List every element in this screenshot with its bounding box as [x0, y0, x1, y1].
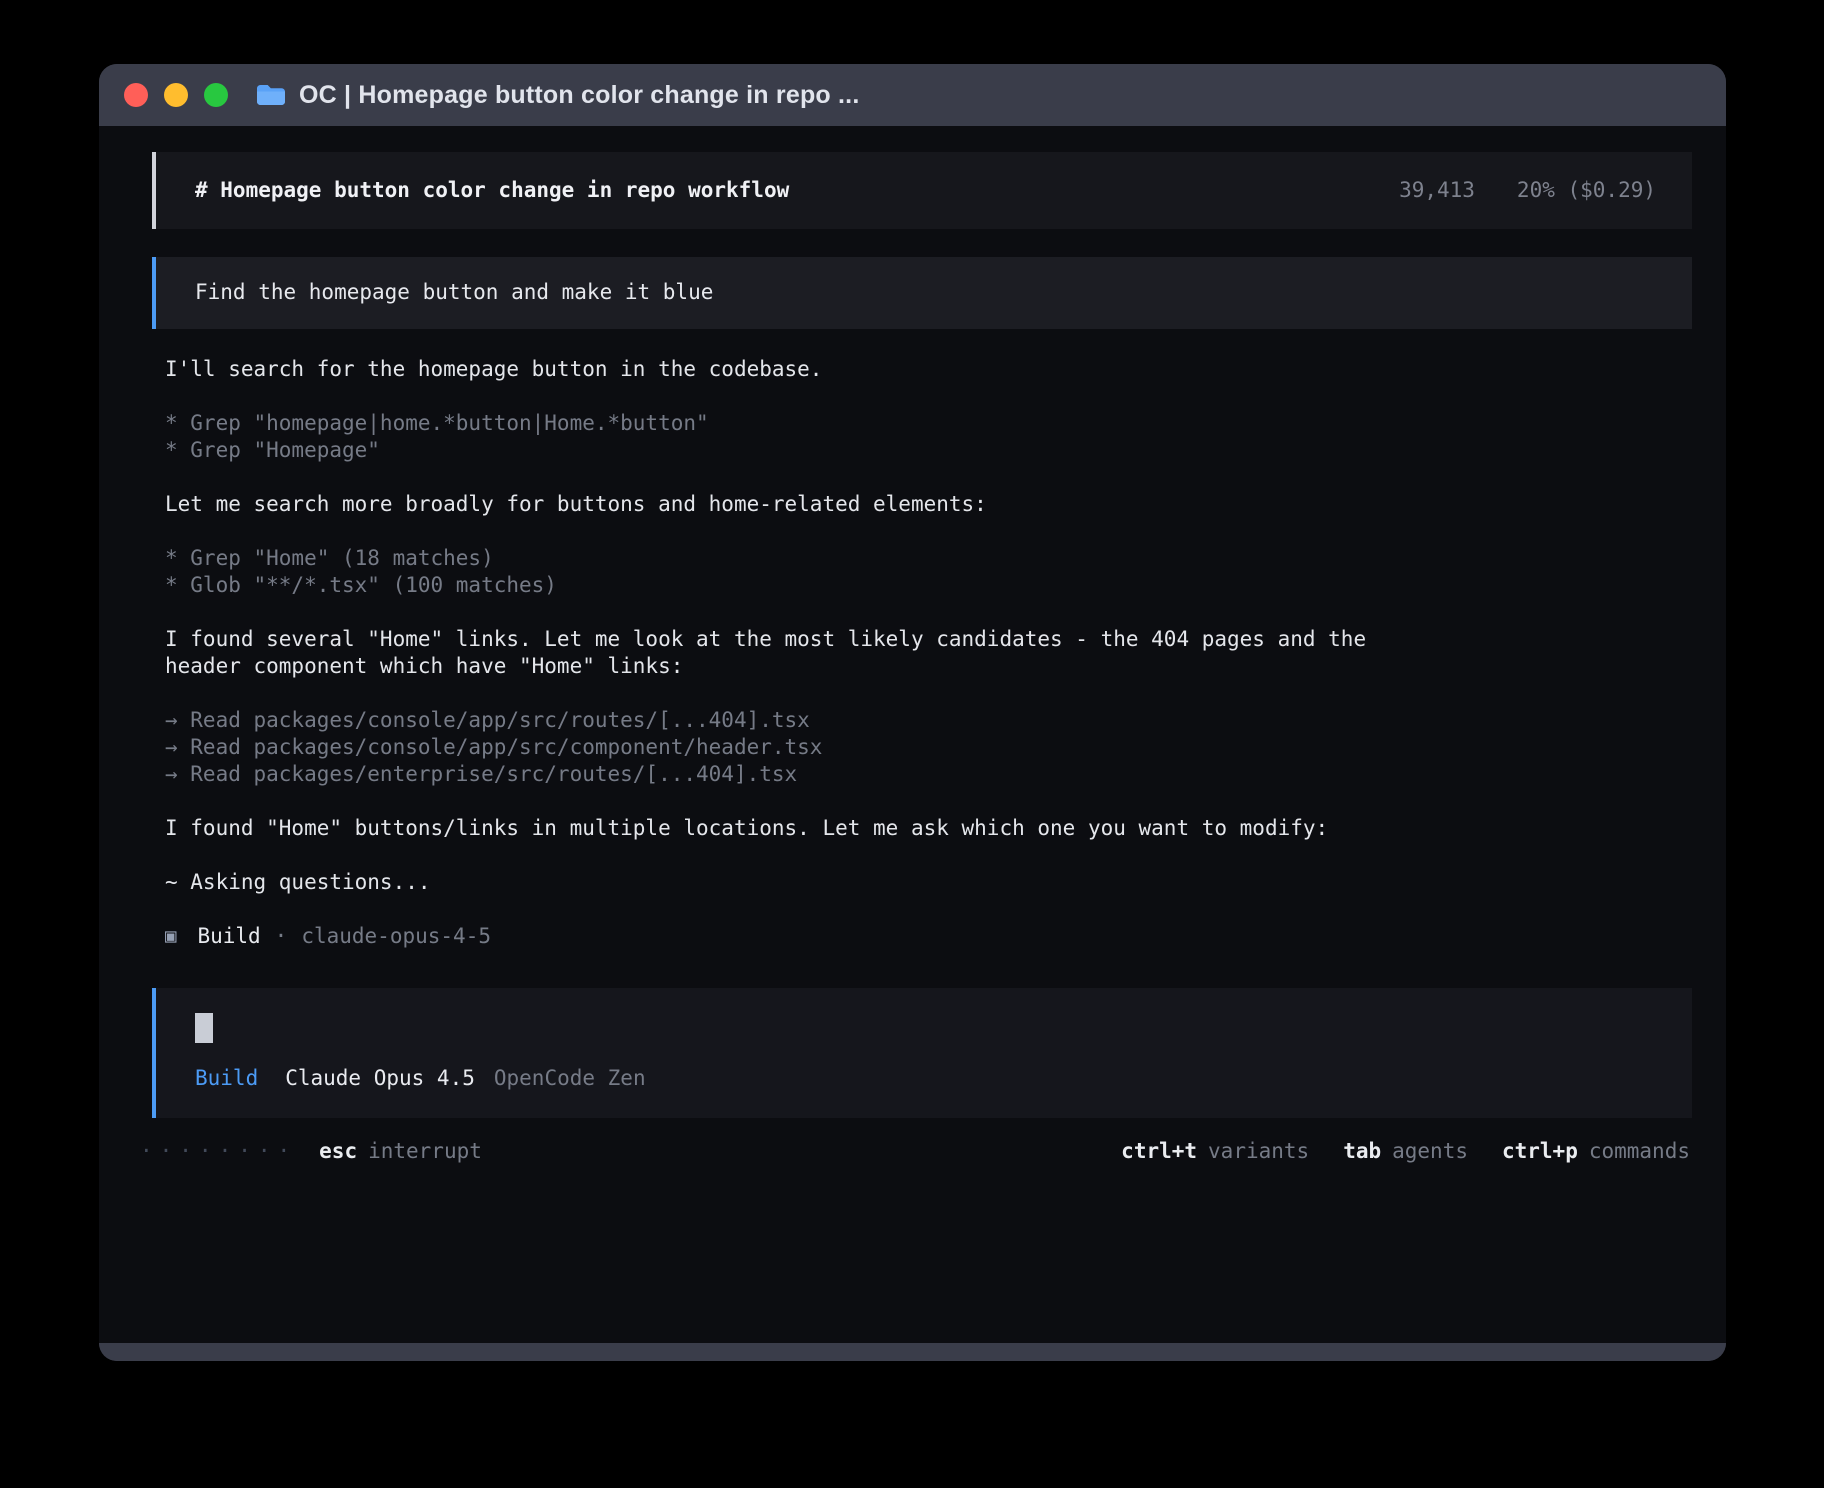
- assistant-paragraph: I found "Home" buttons/links in multiple…: [165, 815, 1430, 842]
- prompt-input[interactable]: Build Claude Opus 4.5 OpenCode Zen: [152, 988, 1692, 1118]
- terminal-content: # Homepage button color change in repo w…: [99, 126, 1726, 1343]
- ctrl-p-key-hint: ctrl+p: [1502, 1139, 1578, 1163]
- agent-name: Build: [197, 923, 260, 950]
- commands-hint: ctrl+p commands: [1502, 1138, 1690, 1165]
- context-usage: 20% ($0.29): [1517, 177, 1656, 204]
- interrupt-hint: esc interrupt: [319, 1138, 482, 1165]
- assistant-paragraph: Let me search more broadly for buttons a…: [165, 491, 1430, 518]
- close-button[interactable]: [124, 83, 148, 107]
- session-stats: 39,413 20% ($0.29): [1399, 177, 1656, 204]
- session-header: # Homepage button color change in repo w…: [152, 152, 1692, 229]
- agent-status-row: ▣ Build · claude-opus-4-5: [165, 923, 1692, 950]
- minimize-button[interactable]: [164, 83, 188, 107]
- esc-key-hint: esc: [319, 1139, 357, 1163]
- interrupt-label: interrupt: [368, 1139, 482, 1163]
- text-cursor: [195, 1013, 213, 1043]
- agents-label: agents: [1392, 1139, 1468, 1163]
- ctrl-t-key-hint: ctrl+t: [1121, 1139, 1197, 1163]
- conversation-scroll-area[interactable]: I'll search for the homepage button in t…: [165, 329, 1692, 950]
- variants-label: variants: [1208, 1139, 1309, 1163]
- traffic-lights: [124, 83, 228, 107]
- token-count: 39,413: [1399, 177, 1475, 204]
- status-bar-right: ctrl+t variants tab agents ctrl+p commands: [1121, 1138, 1690, 1165]
- window-bottom-edge: [99, 1343, 1726, 1361]
- asking-questions-status: ~ Asking questions...: [165, 869, 1430, 896]
- tool-call-grep: * Grep "Home" (18 matches): [165, 545, 1692, 572]
- tool-call-glob: * Glob "**/*.tsx" (100 matches): [165, 572, 1692, 599]
- activity-dots: ········: [140, 1138, 297, 1165]
- status-bar: ········ esc interrupt ctrl+t variants tab…: [140, 1138, 1690, 1165]
- tool-call-grep: * Grep "Homepage": [165, 437, 1692, 464]
- window-title: OC | Homepage button color change in rep…: [299, 81, 859, 110]
- user-message: Find the homepage button and make it blu…: [152, 257, 1692, 329]
- terminal-window: OC | Homepage button color change in rep…: [99, 64, 1726, 1361]
- variants-hint: ctrl+t variants: [1121, 1138, 1309, 1165]
- tab-key-hint: tab: [1343, 1139, 1381, 1163]
- commands-label: commands: [1589, 1139, 1690, 1163]
- window-titlebar: OC | Homepage button color change in rep…: [99, 64, 1726, 126]
- assistant-paragraph: I found several "Home" links. Let me loo…: [165, 626, 1430, 680]
- tool-call-grep: * Grep "homepage|home.*button|Home.*butt…: [165, 410, 1692, 437]
- provider-label: OpenCode Zen: [494, 1065, 646, 1092]
- session-title: # Homepage button color change in repo w…: [195, 177, 789, 204]
- tool-call-read: → Read packages/enterprise/src/routes/[.…: [165, 761, 1692, 788]
- tool-call-read: → Read packages/console/app/src/componen…: [165, 734, 1692, 761]
- model-label: Claude Opus 4.5: [285, 1065, 475, 1092]
- agents-hint: tab agents: [1343, 1138, 1468, 1165]
- agent-icon: ▣: [165, 923, 176, 950]
- tool-call-read: → Read packages/console/app/src/routes/[…: [165, 707, 1692, 734]
- agent-model: claude-opus-4-5: [301, 923, 491, 950]
- zoom-button[interactable]: [204, 83, 228, 107]
- user-message-text: Find the homepage button and make it blu…: [195, 280, 713, 304]
- tool-call-group: → Read packages/console/app/src/routes/[…: [165, 707, 1692, 788]
- assistant-paragraph: I'll search for the homepage button in t…: [165, 356, 1430, 383]
- input-meta-row: Build Claude Opus 4.5 OpenCode Zen: [195, 1065, 1656, 1092]
- desktop-background: OC | Homepage button color change in rep…: [0, 0, 1824, 1488]
- tool-call-group: * Grep "Home" (18 matches) * Glob "**/*.…: [165, 545, 1692, 599]
- status-bar-left: ········ esc interrupt: [140, 1138, 482, 1165]
- folder-icon: [255, 83, 285, 107]
- agent-mode-label: Build: [195, 1065, 258, 1092]
- agent-separator: ·: [275, 923, 288, 950]
- tool-call-group: * Grep "homepage|home.*button|Home.*butt…: [165, 410, 1692, 464]
